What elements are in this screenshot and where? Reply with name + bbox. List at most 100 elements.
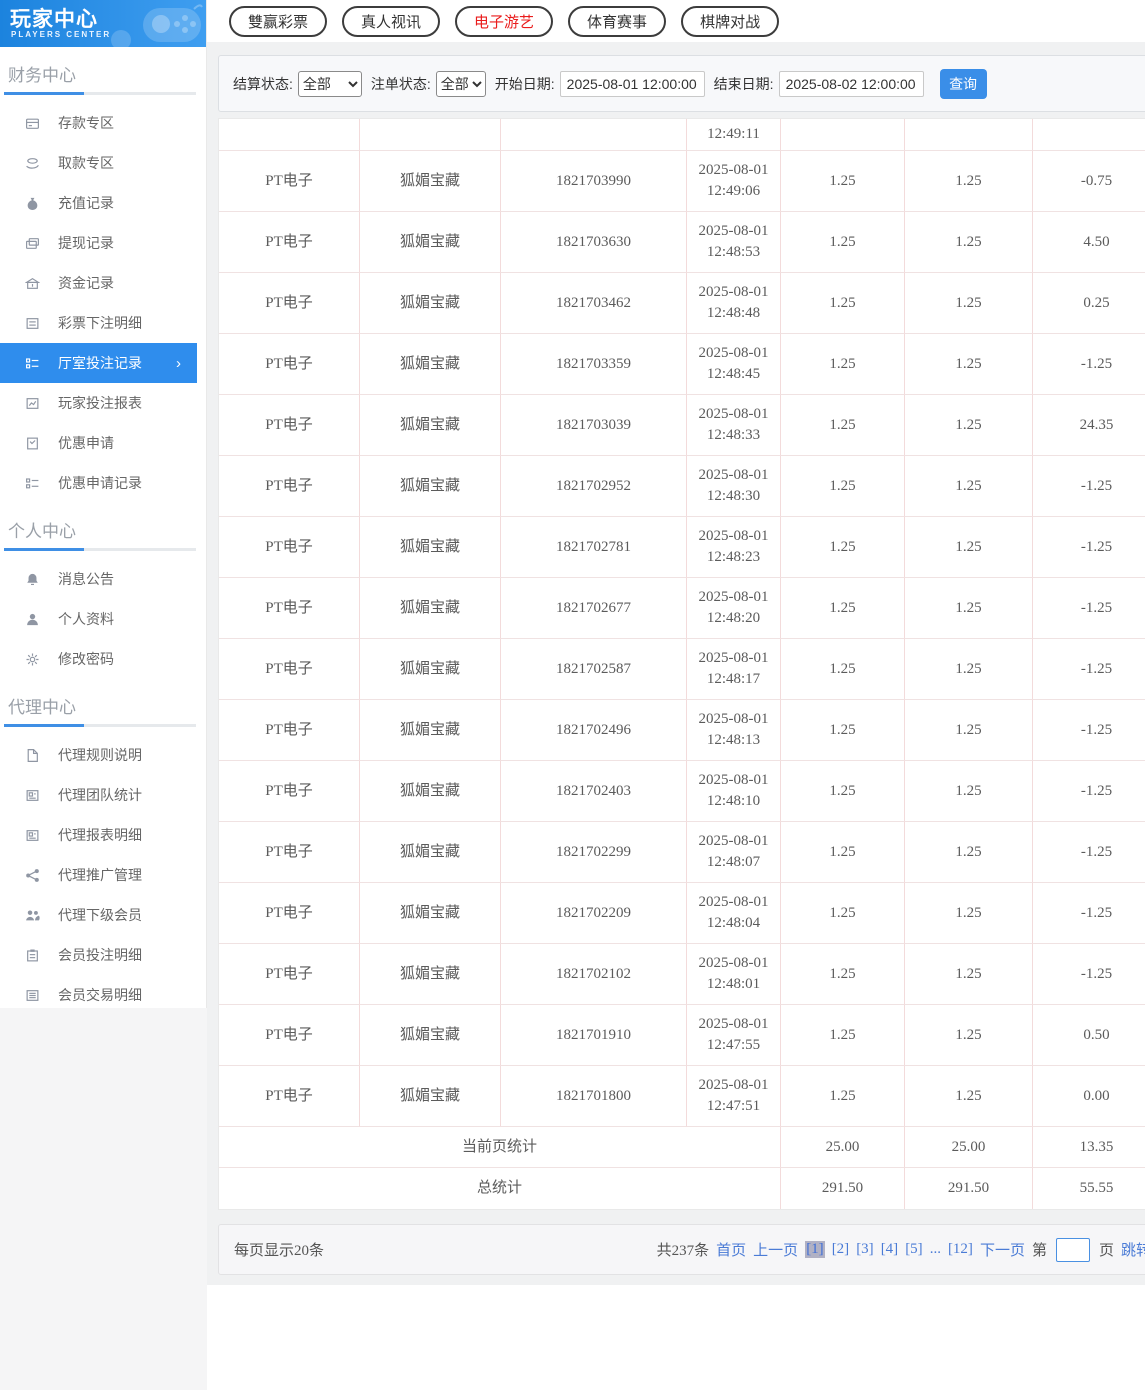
sidebar-item-label: 取款专区 (58, 155, 114, 171)
partial-row-cell (501, 119, 687, 151)
sidebar: 玩家中心 PLAYERS CENTER 财务中心 存款专区 取款专区 充值记录 提现记录… (0, 0, 207, 1390)
page-link[interactable]: [3] (856, 1241, 874, 1258)
bet-amount-cell: 1.25 (781, 212, 905, 273)
game-name-cell: 狐媚宝藏 (360, 517, 501, 578)
sidebar-item-label: 代理下级会员 (58, 907, 142, 923)
page-link[interactable]: [4] (881, 1241, 899, 1258)
sidebar-item-label: 代理推广管理 (58, 867, 142, 883)
platform-cell: PT电子 (219, 395, 360, 456)
winloss-cell: -1.25 (1033, 517, 1145, 578)
valid-bet-cell: 1.25 (905, 822, 1033, 883)
valid-bet-cell: 1.25 (905, 334, 1033, 395)
partial-row-cell (1033, 119, 1145, 151)
valid-bet-cell: 1.25 (905, 578, 1033, 639)
section-divider (4, 92, 196, 95)
bet-status-select[interactable]: 全部 (435, 70, 486, 97)
share-icon (25, 868, 41, 883)
tab-棋牌对战[interactable]: 棋牌对战 (681, 5, 780, 37)
sidebar-item-label: 代理团队统计 (58, 787, 142, 803)
order-no-cell: 1821703630 (501, 212, 687, 273)
main-area: 雙赢彩票 真人视讯 电子游艺 体育赛事 棋牌对战 结算状态: 全部 注单状态: 全部 开… (207, 0, 1145, 1390)
order-no-cell: 1821703462 (501, 273, 687, 334)
sidebar-item-修改密码[interactable]: 修改密码 (0, 639, 206, 679)
sidebar-item-消息公告[interactable]: 消息公告 (0, 559, 206, 599)
prev-page-link[interactable]: 上一页 (753, 1239, 798, 1260)
start-date-label: 开始日期: (494, 75, 555, 92)
gamepad-icon (111, 4, 203, 47)
deposit-card-icon (25, 116, 41, 131)
valid-bet-cell: 1.25 (905, 395, 1033, 456)
next-page-link[interactable]: 下一页 (980, 1239, 1025, 1260)
sidebar-item-代理下级会员[interactable]: 代理下级会员 (0, 895, 206, 935)
datetime-cell: 2025-08-01 12:47:51 (687, 1066, 781, 1127)
valid-bet-cell: 1.25 (905, 456, 1033, 517)
platform-cell: PT电子 (219, 456, 360, 517)
sidebar-item-会员投注明细[interactable]: 会员投注明细 (0, 935, 206, 975)
settle-status-select[interactable]: 全部 (297, 70, 362, 97)
page-link-current[interactable]: [1] (805, 1241, 825, 1258)
sidebar-item-存款专区[interactable]: 存款专区 (0, 103, 206, 143)
sidebar-item-label: 存款专区 (58, 115, 114, 131)
bell-icon (25, 572, 41, 587)
sidebar-item-会员交易明细[interactable]: 会员交易明细 (0, 975, 206, 1015)
sidebar-item-资金记录[interactable]: 资金记录 (0, 263, 206, 303)
sidebar-item-label: 厅室投注记录 (58, 355, 142, 371)
sidebar-item-label: 优惠申请 (58, 435, 114, 451)
sidebar-item-label: 代理规则说明 (58, 747, 142, 763)
coupon-icon (25, 436, 41, 451)
tab-真人视讯[interactable]: 真人视讯 (342, 5, 441, 37)
start-date-input[interactable] (559, 70, 705, 97)
sidebar-item-label: 会员交易明细 (58, 987, 142, 1003)
datetime-cell: 2025-08-01 12:48:45 (687, 334, 781, 395)
sidebar-item-代理推广管理[interactable]: 代理推广管理 (0, 855, 206, 895)
jump-page-input[interactable] (1055, 1237, 1090, 1262)
section-title: 财务中心 (8, 66, 76, 85)
valid-bet-cell: 1.25 (905, 639, 1033, 700)
platform-cell: PT电子 (219, 212, 360, 273)
partial-row-cell (905, 119, 1033, 151)
bets-table: 12:49:11 PT电子 狐媚宝藏 1821703990 2025-08-01 12:… (219, 119, 1145, 1209)
valid-bet-cell: 1.25 (905, 700, 1033, 761)
bet-amount-cell: 1.25 (781, 883, 905, 944)
app-title: 玩家中心 (10, 8, 98, 31)
query-button[interactable]: 查询 (939, 68, 987, 99)
sidebar-item-玩家投注报表[interactable]: 玩家投注报表 (0, 383, 206, 423)
page-ellipsis: ... (929, 1241, 941, 1257)
sidebar-item-彩票下注明细[interactable]: 彩票下注明细 (0, 303, 206, 343)
tab-体育赛事[interactable]: 体育赛事 (568, 5, 667, 37)
sidebar-item-label: 个人资料 (58, 611, 114, 627)
winloss-cell: -1.25 (1033, 578, 1145, 639)
first-page-link[interactable]: 首页 (716, 1239, 746, 1260)
sidebar-item-厅室投注记录[interactable]: 厅室投注记录 › (0, 343, 197, 383)
sidebar-item-优惠申请[interactable]: 优惠申请 (0, 423, 206, 463)
tab-雙赢彩票[interactable]: 雙赢彩票 (229, 5, 328, 37)
filter-panel: 结算状态: 全部 注单状态: 全部 开始日期: 结束日期: 查询 (218, 55, 1145, 112)
sidebar-item-提现记录[interactable]: 提现记录 (0, 223, 206, 263)
winloss-cell: -1.25 (1033, 334, 1145, 395)
platform-cell: PT电子 (219, 517, 360, 578)
clipboard-icon (25, 948, 41, 963)
sidebar-item-优惠申请记录[interactable]: 优惠申请记录 (0, 463, 206, 503)
user-icon (25, 612, 41, 627)
report-icon (25, 396, 41, 411)
sidebar-item-取款专区[interactable]: 取款专区 (0, 143, 206, 183)
sidebar-item-充值记录[interactable]: 充值记录 (0, 183, 206, 223)
sidebar-item-代理报表明细[interactable]: 代理报表明细 (0, 815, 206, 855)
valid-bet-cell: 1.25 (905, 212, 1033, 273)
jump-button[interactable]: 跳转 (1121, 1239, 1145, 1260)
game-name-cell: 狐媚宝藏 (360, 761, 501, 822)
page-link[interactable]: [12] (948, 1241, 973, 1258)
page-link[interactable]: [5] (905, 1241, 923, 1258)
sidebar-item-代理团队统计[interactable]: 代理团队统计 (0, 775, 206, 815)
page-link[interactable]: [2] (832, 1241, 850, 1258)
chevron-right-icon: › (176, 354, 181, 372)
partial-row-cell (219, 119, 360, 151)
bet-status-label: 注单状态: (370, 75, 431, 92)
page-stats-value-0: 25.00 (781, 1127, 905, 1168)
sidebar-item-个人资料[interactable]: 个人资料 (0, 599, 206, 639)
end-date-input[interactable] (778, 70, 924, 97)
sidebar-item-代理规则说明[interactable]: 代理规则说明 (0, 735, 206, 775)
order-no-cell: 1821701800 (501, 1066, 687, 1127)
tab-电子游艺[interactable]: 电子游艺 (455, 5, 554, 37)
sidebar-item-label: 修改密码 (58, 651, 114, 667)
